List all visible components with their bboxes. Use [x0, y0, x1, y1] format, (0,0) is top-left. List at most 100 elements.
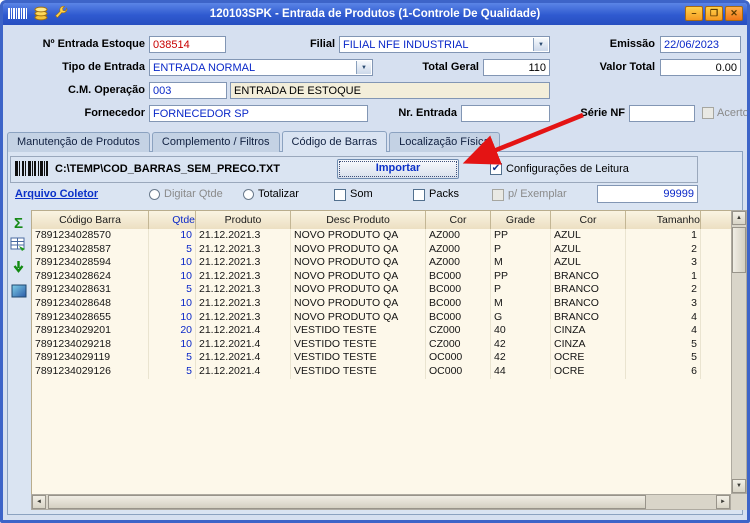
grid-row[interactable]: 78912340285701021.12.2021.3NOVO PRODUTO …	[32, 229, 731, 243]
grid-column-header[interactable]: Qtde	[149, 211, 196, 230]
grid-row[interactable]: 78912340286481021.12.2021.3NOVO PRODUTO …	[32, 297, 731, 311]
p-exemplar-checkbox[interactable]	[492, 189, 504, 201]
grid-cell[interactable]: 7891234028587	[32, 243, 149, 257]
exemplar-input[interactable]: 99999	[597, 185, 698, 203]
grid-cell[interactable]: VESTIDO TESTE	[291, 338, 426, 352]
cm-operacao-code-input[interactable]: 003	[149, 82, 227, 99]
grid-cell[interactable]: G	[491, 311, 551, 325]
grid-cell[interactable]: 5	[626, 338, 701, 352]
download-button[interactable]	[8, 259, 29, 279]
grid-cell[interactable]: VESTIDO TESTE	[291, 365, 426, 379]
grid-cell[interactable]: 7891234028631	[32, 283, 149, 297]
grid-cell[interactable]: 42	[491, 338, 551, 352]
grid-cell[interactable]: 7891234029218	[32, 338, 149, 352]
grid-cell[interactable]: PP	[491, 270, 551, 284]
tab-codigo-de-barras[interactable]: Código de Barras	[282, 131, 388, 152]
tab-complemento-filtros[interactable]: Complemento / Filtros	[152, 132, 280, 152]
grid-cell[interactable]: 10	[149, 297, 196, 311]
fornecedor-input[interactable]: FORNECEDOR SP	[149, 105, 368, 122]
config-leitura-checkbox[interactable]: ✔	[490, 163, 502, 175]
grid-cell[interactable]: 5	[626, 351, 701, 365]
grid-cell[interactable]: BC000	[426, 311, 491, 325]
grid-cell[interactable]: 10	[149, 229, 196, 243]
grid-cell[interactable]: BRANCO	[551, 311, 626, 325]
grid-cell[interactable]: AZ000	[426, 229, 491, 243]
grid-cell[interactable]: 5	[149, 351, 196, 365]
grid-row[interactable]: 78912340292012021.12.2021.4VESTIDO TESTE…	[32, 324, 731, 338]
grid-cell[interactable]: 42	[491, 351, 551, 365]
scroll-up-icon[interactable]: ▲	[732, 211, 746, 225]
grid-cell[interactable]: 7891234029119	[32, 351, 149, 365]
grid-column-header[interactable]: Grade	[491, 211, 551, 230]
image-button[interactable]	[8, 282, 29, 302]
grid-row[interactable]: 78912340292181021.12.2021.4VESTIDO TESTE…	[32, 338, 731, 352]
grid-cell[interactable]: AZ000	[426, 256, 491, 270]
grid-cell[interactable]: NOVO PRODUTO QA	[291, 311, 426, 325]
grid-row[interactable]: 7891234029119521.12.2021.4VESTIDO TESTEO…	[32, 351, 731, 365]
grid-cell[interactable]: 21.12.2021.4	[196, 338, 291, 352]
wrench-icon[interactable]	[54, 6, 69, 24]
grid-cell[interactable]: BRANCO	[551, 283, 626, 297]
grid-cell[interactable]: 21.12.2021.3	[196, 311, 291, 325]
grid-cell[interactable]: OC000	[426, 351, 491, 365]
grid-cell[interactable]: NOVO PRODUTO QA	[291, 256, 426, 270]
maximize-button[interactable]: ❐	[705, 6, 723, 21]
chevron-down-icon[interactable]: ▼	[533, 38, 548, 51]
grid-cell[interactable]: 1	[626, 229, 701, 243]
grid-column-header[interactable]: Cor	[551, 211, 626, 230]
emissao-input[interactable]: 22/06/2023	[660, 36, 741, 53]
grid-column-header[interactable]: Cor	[426, 211, 491, 230]
scroll-left-icon[interactable]: ◄	[32, 495, 46, 509]
tab-localizacao-fisica[interactable]: Localização Física	[389, 132, 500, 152]
grid-cell[interactable]: CINZA	[551, 338, 626, 352]
scroll-down-icon[interactable]: ▼	[732, 479, 746, 493]
grid-cell[interactable]: 7891234028624	[32, 270, 149, 284]
grid-cell[interactable]: 10	[149, 338, 196, 352]
grid-cell[interactable]: 20	[149, 324, 196, 338]
grid-cell[interactable]: 4	[626, 324, 701, 338]
grid-cell[interactable]: CZ000	[426, 338, 491, 352]
grid-cell[interactable]: M	[491, 256, 551, 270]
digitar-qtde-radio[interactable]	[149, 189, 160, 200]
grid-row[interactable]: 7891234029126521.12.2021.4VESTIDO TESTEO…	[32, 365, 731, 379]
close-button[interactable]: ✕	[725, 6, 743, 21]
grid-export-button[interactable]	[8, 236, 29, 256]
grid-cell[interactable]: VESTIDO TESTE	[291, 324, 426, 338]
packs-checkbox[interactable]	[413, 189, 425, 201]
grid-column-header[interactable]: Código Barra	[32, 211, 149, 230]
grid-cell[interactable]: AZUL	[551, 243, 626, 257]
grid-cell[interactable]: 5	[149, 283, 196, 297]
grid-cell[interactable]: 5	[149, 365, 196, 379]
grid-column-header[interactable]: Produto	[196, 211, 291, 230]
grid-cell[interactable]: OCRE	[551, 351, 626, 365]
som-checkbox[interactable]	[334, 189, 346, 201]
grid-cell[interactable]: 21.12.2021.3	[196, 229, 291, 243]
grid-cell[interactable]: AZUL	[551, 229, 626, 243]
horizontal-scroll-thumb[interactable]	[48, 495, 646, 509]
scroll-right-icon[interactable]: ►	[716, 495, 730, 509]
no-entrada-input[interactable]: 038514	[149, 36, 226, 53]
grid-row[interactable]: 78912340286551021.12.2021.3NOVO PRODUTO …	[32, 311, 731, 325]
grid-cell[interactable]: 21.12.2021.3	[196, 270, 291, 284]
grid-cell[interactable]: 1	[626, 270, 701, 284]
grid-cell[interactable]: 7891234028648	[32, 297, 149, 311]
grid-row[interactable]: 78912340286241021.12.2021.3NOVO PRODUTO …	[32, 270, 731, 284]
grid-cell[interactable]: 7891234028594	[32, 256, 149, 270]
grid-cell[interactable]: 21.12.2021.3	[196, 243, 291, 257]
tipo-entrada-select[interactable]: ENTRADA NORMAL ▼	[149, 59, 373, 76]
grid-cell[interactable]: 10	[149, 270, 196, 284]
grid-cell[interactable]: 5	[149, 243, 196, 257]
grid-cell[interactable]: NOVO PRODUTO QA	[291, 283, 426, 297]
grid-cell[interactable]: 21.12.2021.3	[196, 256, 291, 270]
grid-cell[interactable]: 44	[491, 365, 551, 379]
grid-cell[interactable]: 2	[626, 243, 701, 257]
minimize-button[interactable]: –	[685, 6, 703, 21]
grid-cell[interactable]: 7891234028570	[32, 229, 149, 243]
sum-button[interactable]: Σ	[8, 213, 29, 233]
grid-row[interactable]: 7891234028631521.12.2021.3NOVO PRODUTO Q…	[32, 283, 731, 297]
arquivo-coletor-option[interactable]: Arquivo Coletor	[15, 187, 98, 202]
grid-cell[interactable]: PP	[491, 229, 551, 243]
grid-cell[interactable]: P	[491, 283, 551, 297]
chevron-down-icon[interactable]: ▼	[356, 61, 371, 74]
tab-manutencao-de-produtos[interactable]: Manutenção de Produtos	[7, 132, 150, 152]
